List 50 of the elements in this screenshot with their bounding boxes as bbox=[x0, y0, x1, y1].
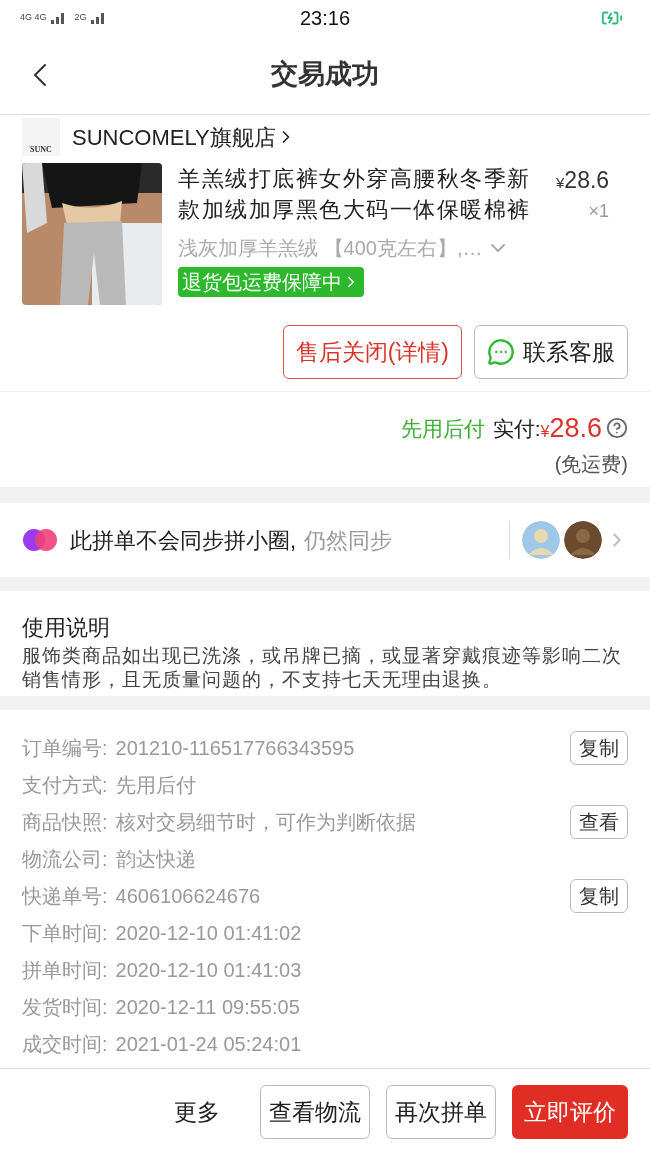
usage-text: 服饰类商品如出现已洗涤，或吊牌已摘，或显著穿戴痕迹等影响二次销售情形，且无质量问题的，不支持七天无理由退换。 bbox=[22, 644, 623, 692]
signal-label: 4G 4G bbox=[20, 10, 47, 24]
info-label: 拼单时间: bbox=[22, 958, 108, 983]
shipping-note: (免运费) bbox=[554, 451, 628, 477]
info-label: 成交时间: bbox=[22, 1032, 108, 1057]
info-value: 2020-12-10 01:41:03 bbox=[115, 958, 302, 983]
signal-icon bbox=[50, 11, 67, 24]
store-logo: SUNC bbox=[22, 118, 60, 156]
info-value: 2020-12-10 01:41:02 bbox=[115, 921, 302, 946]
info-value: 韵达快递 bbox=[115, 847, 196, 872]
pin-circle-text: 此拼单不会同步拼小圈, bbox=[70, 526, 297, 555]
payment-method: 先用后付 bbox=[400, 415, 485, 442]
info-label: 商品快照: bbox=[22, 810, 108, 835]
info-value: 201210-116517766343595 bbox=[115, 736, 355, 761]
pin-circle-icon bbox=[22, 528, 58, 552]
info-label: 发货时间: bbox=[22, 995, 108, 1020]
info-button[interactable]: 复制 bbox=[570, 879, 628, 913]
contact-service-button[interactable]: 联系客服 bbox=[474, 325, 628, 379]
help-icon[interactable] bbox=[606, 417, 628, 440]
avatar bbox=[564, 521, 602, 559]
info-value: 先用后付 bbox=[115, 773, 196, 798]
quantity: ×1 bbox=[588, 199, 610, 223]
signal-icon bbox=[90, 11, 107, 24]
bottom-action-button[interactable]: 查看物流 bbox=[260, 1085, 370, 1139]
info-value: 2020-12-11 09:55:05 bbox=[115, 995, 300, 1020]
chat-icon bbox=[487, 338, 515, 366]
paid-label: 实付: bbox=[492, 415, 541, 442]
bottom-action-button[interactable]: 更多 bbox=[150, 1085, 244, 1139]
info-button[interactable]: 查看 bbox=[570, 805, 628, 839]
bottom-action-button[interactable]: 再次拼单 bbox=[386, 1085, 496, 1139]
usage-title: 使用说明 bbox=[22, 614, 111, 642]
info-value: 4606106624676 bbox=[115, 884, 261, 909]
info-value: 2021-01-24 05:24:01 bbox=[115, 1032, 302, 1057]
avatar bbox=[522, 521, 560, 559]
bottom-action-button[interactable]: 立即评价 bbox=[512, 1085, 628, 1139]
info-label: 订单编号: bbox=[22, 736, 108, 761]
info-label: 支付方式: bbox=[22, 773, 108, 798]
info-label: 快递单号: bbox=[22, 884, 108, 909]
info-button[interactable]: 复制 bbox=[570, 731, 628, 765]
after-sale-button[interactable]: 售后关闭(详情) bbox=[282, 325, 462, 379]
product-title: 羊羔绒打底裤女外穿高腰秋冬季新款加绒加厚黑色大码一体保暖棉裤 bbox=[178, 165, 532, 224]
signal-label: 2G bbox=[74, 10, 87, 24]
page-title: 交易成功 bbox=[271, 58, 379, 92]
store-link[interactable]: SUNCOMELY旗舰店 bbox=[72, 120, 296, 154]
info-label: 下单时间: bbox=[22, 921, 108, 946]
product-price: ¥28.6 bbox=[556, 166, 610, 195]
paid-amount: ¥28.6 bbox=[540, 412, 602, 445]
info-value: 核对交易细节时，可作为判断依据 bbox=[115, 810, 416, 835]
clock: 23:16 bbox=[299, 5, 351, 31]
info-label: 物流公司: bbox=[22, 847, 108, 872]
